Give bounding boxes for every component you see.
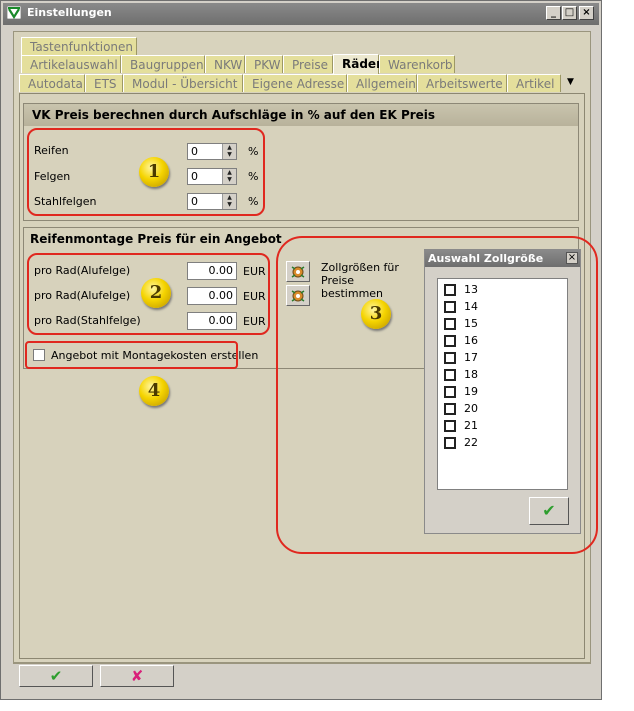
tab-autodata[interactable]: Autodata (19, 74, 85, 92)
window-title: Einstellungen (27, 6, 112, 19)
check-icon: ✔ (49, 667, 63, 685)
tab-arbeitswerte[interactable]: Arbeitswerte (417, 74, 507, 92)
maximize-button[interactable]: □ (562, 6, 577, 20)
tab-eigene-adresse[interactable]: Eigene Adresse (243, 74, 347, 92)
cancel-button[interactable]: ✘ (100, 665, 174, 687)
tab-allgemein[interactable]: Allgemein (347, 74, 417, 92)
highlight-box-3 (276, 236, 598, 554)
tab-tastenfunktionen[interactable]: Tastenfunktionen (21, 37, 137, 55)
minimize-button[interactable]: _ (546, 6, 561, 20)
ok-button[interactable]: ✔ (19, 665, 93, 687)
tab-artikelauswahl[interactable]: Artikelauswahl (21, 55, 121, 73)
tab-scroll-down-icon[interactable]: ▼ (567, 77, 574, 87)
tab-modul-uebersicht[interactable]: Modul - Übersicht (123, 74, 243, 92)
badge-1: 1 (139, 157, 169, 187)
badge-2: 2 (141, 278, 171, 308)
close-button[interactable]: × (579, 6, 594, 20)
tab-nkw[interactable]: NKW (205, 55, 245, 73)
tab-baugruppen[interactable]: Baugruppen (121, 55, 205, 73)
highlight-box-4 (25, 341, 238, 369)
tab-preise[interactable]: Preise (283, 55, 333, 73)
tab-pkw[interactable]: PKW (245, 55, 283, 73)
badge-3: 3 (361, 299, 391, 329)
tab-ets[interactable]: ETS (85, 74, 123, 92)
vk-group-title: VK Preis berechnen durch Aufschläge in %… (24, 104, 578, 126)
badge-4: 4 (139, 376, 169, 406)
app-logo-icon (7, 6, 21, 19)
tab-raeder[interactable]: Räder (333, 54, 382, 74)
tab-artikel[interactable]: Artikel (507, 74, 561, 92)
tab-warenkorb[interactable]: Warenkorb (379, 55, 455, 73)
cross-icon: ✘ (130, 667, 144, 685)
